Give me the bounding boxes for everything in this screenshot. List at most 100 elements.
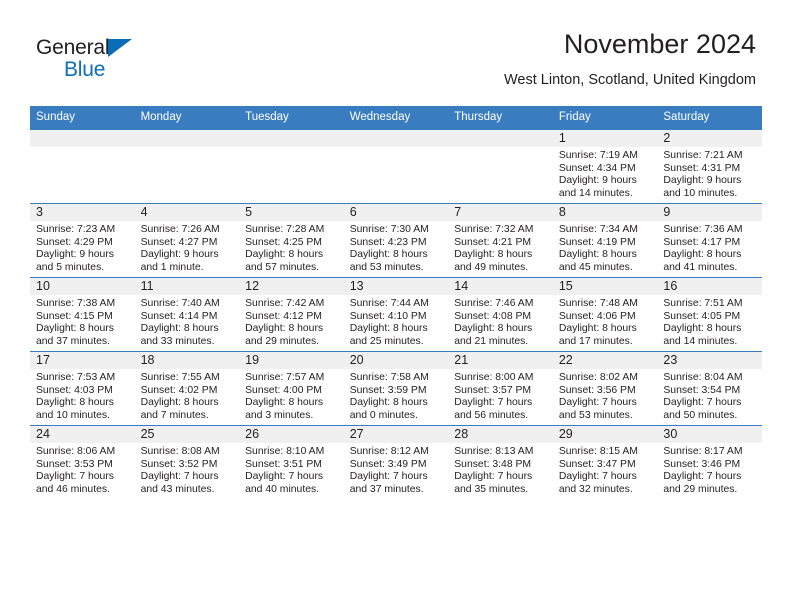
day-details <box>448 147 553 150</box>
day-number: 19 <box>239 352 344 369</box>
calendar-day-cell[interactable]: 27 Sunrise: 8:12 AM Sunset: 3:49 PM Dayligh… <box>343 425 449 499</box>
sunrise-line: Sunrise: 8:00 AM <box>454 372 534 383</box>
day-number <box>343 130 449 147</box>
generalblue-logo[interactable]: General Blue <box>36 36 236 88</box>
day-details: Sunrise: 7:23 AM Sunset: 4:29 PM Daylight:… <box>30 221 135 274</box>
day-number: 1 <box>552 130 658 147</box>
day-number: 4 <box>134 204 240 221</box>
calendar-day-cell[interactable]: 9 Sunrise: 7:36 AM Sunset: 4:17 PM Daylight… <box>657 203 762 278</box>
sunrise-line: Sunrise: 7:42 AM <box>245 298 325 309</box>
sunset-line: Sunset: 4:34 PM <box>558 162 636 174</box>
daylight-line: and 14 minutes. <box>558 187 633 199</box>
day-number: 8 <box>552 204 658 221</box>
sunrise-line: Sunrise: 8:10 AM <box>245 446 325 457</box>
daylight-line: Daylight: 8 hours <box>245 249 324 261</box>
day-number: 29 <box>552 426 658 443</box>
sunrise-line: Sunrise: 7:34 AM <box>558 224 638 235</box>
calendar-day-cell[interactable]: 10 Sunrise: 7:38 AM Sunset: 4:15 PM Dayligh… <box>30 277 135 352</box>
calendar-day-cell[interactable]: 13 Sunrise: 7:44 AM Sunset: 4:10 PM Dayligh… <box>343 277 449 352</box>
day-number: 9 <box>657 204 762 221</box>
sunrise-line: Sunrise: 7:30 AM <box>349 224 429 235</box>
day-details <box>344 147 449 150</box>
calendar-week-row: 17 Sunrise: 7:53 AM Sunset: 4:03 PM Dayligh… <box>30 351 762 426</box>
calendar-day-cell[interactable]: 11 Sunrise: 7:40 AM Sunset: 4:14 PM Dayligh… <box>134 277 240 352</box>
day-details: Sunrise: 8:10 AM Sunset: 3:51 PM Daylight:… <box>239 443 344 496</box>
calendar-day-cell[interactable]: 2 Sunrise: 7:21 AM Sunset: 4:31 PM Daylight… <box>657 129 762 204</box>
calendar-day-cell[interactable]: 21 Sunrise: 8:00 AM Sunset: 3:57 PM Dayligh… <box>448 351 553 426</box>
triangle-icon <box>108 39 132 57</box>
daylight-line: Daylight: 8 hours <box>140 397 219 409</box>
daylight-line: and 5 minutes. <box>36 261 105 273</box>
sunrise-line: Sunrise: 7:57 AM <box>245 372 325 383</box>
day-number <box>239 130 344 147</box>
sunrise-line: Sunrise: 8:15 AM <box>558 446 638 457</box>
calendar-week-row: 24 Sunrise: 8:06 AM Sunset: 3:53 PM Dayligh… <box>30 425 762 499</box>
day-details: Sunrise: 7:51 AM Sunset: 4:05 PM Daylight:… <box>657 295 762 348</box>
calendar-day-cell[interactable]: 30 Sunrise: 8:17 AM Sunset: 3:46 PM Dayligh… <box>657 425 762 499</box>
calendar-day-cell[interactable]: 22 Sunrise: 8:02 AM Sunset: 3:56 PM Dayligh… <box>552 351 658 426</box>
daylight-line: Daylight: 7 hours <box>663 471 742 483</box>
calendar-day-cell[interactable]: 3 Sunrise: 7:23 AM Sunset: 4:29 PM Daylight… <box>30 203 135 278</box>
calendar-day-cell[interactable]: 12 Sunrise: 7:42 AM Sunset: 4:12 PM Dayligh… <box>239 277 344 352</box>
sunrise-line: Sunrise: 7:40 AM <box>140 298 220 309</box>
daylight-line: Daylight: 8 hours <box>140 323 219 335</box>
day-details: Sunrise: 8:15 AM Sunset: 3:47 PM Daylight:… <box>553 443 658 496</box>
day-details: Sunrise: 8:02 AM Sunset: 3:56 PM Daylight:… <box>553 369 658 422</box>
day-details: Sunrise: 7:38 AM Sunset: 4:15 PM Daylight:… <box>30 295 135 348</box>
daylight-line: and 32 minutes. <box>558 483 633 495</box>
daylight-line: Daylight: 7 hours <box>36 471 114 483</box>
calendar-day-cell[interactable]: 26 Sunrise: 8:10 AM Sunset: 3:51 PM Dayligh… <box>239 425 344 499</box>
daylight-line: and 29 minutes. <box>663 483 738 495</box>
location-subtitle: West Linton, Scotland, United Kingdom <box>503 72 756 88</box>
day-number: 13 <box>343 278 449 295</box>
page-title: November 2024 <box>563 29 756 59</box>
calendar-day-cell[interactable]: 7 Sunrise: 7:32 AM Sunset: 4:21 PM Daylight… <box>448 203 553 278</box>
day-details: Sunrise: 7:36 AM Sunset: 4:17 PM Daylight:… <box>657 221 762 274</box>
calendar-day-cell[interactable]: 17 Sunrise: 7:53 AM Sunset: 4:03 PM Dayligh… <box>30 351 135 426</box>
daylight-line: Daylight: 8 hours <box>558 323 637 335</box>
calendar-day-cell[interactable]: 18 Sunrise: 7:55 AM Sunset: 4:02 PM Dayligh… <box>134 351 240 426</box>
calendar-day-cell[interactable]: 28 Sunrise: 8:13 AM Sunset: 3:48 PM Dayligh… <box>448 425 553 499</box>
calendar-day-cell[interactable]: 8 Sunrise: 7:34 AM Sunset: 4:19 PM Daylight… <box>552 203 658 278</box>
sunset-line: Sunset: 3:46 PM <box>663 458 741 470</box>
sunset-line: Sunset: 4:00 PM <box>245 384 322 396</box>
sunrise-line: Sunrise: 7:21 AM <box>663 150 743 161</box>
calendar-day-cell[interactable]: 25 Sunrise: 8:08 AM Sunset: 3:52 PM Dayligh… <box>134 425 240 499</box>
day-details: Sunrise: 7:55 AM Sunset: 4:02 PM Daylight:… <box>135 369 240 422</box>
sunset-line: Sunset: 3:48 PM <box>454 458 532 470</box>
weekday-header-sunday: Sunday <box>30 106 135 130</box>
daylight-line: and 56 minutes. <box>454 409 529 421</box>
daylight-line: Daylight: 7 hours <box>558 397 637 409</box>
calendar-day-cell[interactable]: 4 Sunrise: 7:26 AM Sunset: 4:27 PM Daylight… <box>134 203 240 278</box>
logo-text-general: General <box>36 36 110 59</box>
sunrise-line: Sunrise: 8:04 AM <box>663 372 743 383</box>
calendar-day-cell[interactable]: 5 Sunrise: 7:28 AM Sunset: 4:25 PM Daylight… <box>239 203 344 278</box>
weekday-header-thursday: Thursday <box>448 106 553 130</box>
daylight-line: and 43 minutes. <box>140 483 215 495</box>
calendar-day-cell[interactable]: 14 Sunrise: 7:46 AM Sunset: 4:08 PM Dayligh… <box>448 277 553 352</box>
sunrise-line: Sunrise: 7:38 AM <box>36 298 116 309</box>
calendar-day-cell[interactable]: 23 Sunrise: 8:04 AM Sunset: 3:54 PM Dayligh… <box>657 351 762 426</box>
day-number <box>134 130 240 147</box>
calendar-day-cell[interactable]: 19 Sunrise: 7:57 AM Sunset: 4:00 PM Dayligh… <box>239 351 344 426</box>
calendar-day-cell[interactable]: 20 Sunrise: 7:58 AM Sunset: 3:59 PM Dayligh… <box>343 351 449 426</box>
day-details: Sunrise: 7:44 AM Sunset: 4:10 PM Daylight:… <box>344 295 449 348</box>
calendar-day-cell[interactable]: 29 Sunrise: 8:15 AM Sunset: 3:47 PM Dayligh… <box>552 425 658 499</box>
daylight-line: Daylight: 9 hours <box>36 249 114 261</box>
calendar-day-cell[interactable]: 1 Sunrise: 7:19 AM Sunset: 4:34 PM Daylight… <box>552 129 658 204</box>
calendar-day-cell-empty <box>343 129 449 204</box>
day-details <box>239 147 344 150</box>
day-number: 23 <box>657 352 762 369</box>
calendar-day-cell-empty <box>448 129 553 204</box>
daylight-line: Daylight: 8 hours <box>245 397 324 409</box>
daylight-line: and 46 minutes. <box>36 483 110 495</box>
sunset-line: Sunset: 3:51 PM <box>245 458 322 470</box>
weekday-header-wednesday: Wednesday <box>343 106 449 130</box>
calendar-day-cell[interactable]: 24 Sunrise: 8:06 AM Sunset: 3:53 PM Dayligh… <box>30 425 135 499</box>
calendar-day-cell[interactable]: 15 Sunrise: 7:48 AM Sunset: 4:06 PM Dayligh… <box>552 277 658 352</box>
day-details: Sunrise: 7:28 AM Sunset: 4:25 PM Daylight:… <box>239 221 344 274</box>
calendar-day-cell-empty <box>30 129 135 204</box>
calendar-day-cell[interactable]: 16 Sunrise: 7:51 AM Sunset: 4:05 PM Dayligh… <box>657 277 762 352</box>
calendar-day-cell[interactable]: 6 Sunrise: 7:30 AM Sunset: 4:23 PM Daylight… <box>343 203 449 278</box>
daylight-line: Daylight: 7 hours <box>663 397 742 409</box>
